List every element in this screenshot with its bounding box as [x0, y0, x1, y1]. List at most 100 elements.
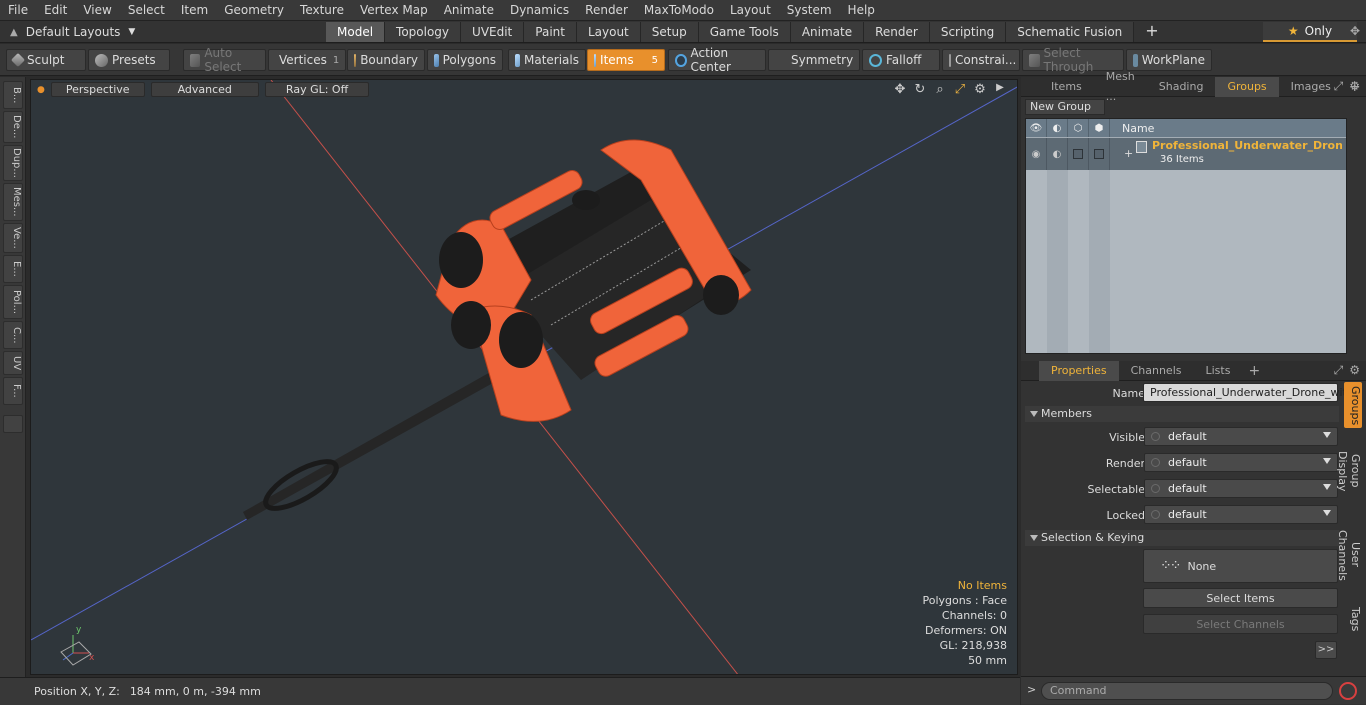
- tab-paint[interactable]: Paint: [524, 22, 577, 42]
- pan-icon[interactable]: ✥: [893, 82, 907, 97]
- select-column-icon[interactable]: ⬢: [1089, 119, 1110, 137]
- lock-checkbox[interactable]: [1073, 149, 1083, 159]
- tab-uvedit[interactable]: UVEdit: [461, 22, 525, 42]
- materials-button[interactable]: Materials: [508, 49, 586, 71]
- menu-help[interactable]: Help: [840, 0, 883, 21]
- maximize-icon[interactable]: ⤢: [953, 82, 967, 97]
- polygons-button[interactable]: Polygons: [427, 49, 503, 71]
- menu-item[interactable]: Item: [173, 0, 216, 21]
- lock-column-icon[interactable]: ⬡: [1068, 119, 1089, 137]
- select-items-button[interactable]: Select Items: [1143, 588, 1338, 608]
- left-tab-mesh[interactable]: Mes...: [3, 183, 23, 221]
- group-select-toggle[interactable]: [1089, 138, 1110, 170]
- menu-view[interactable]: View: [75, 0, 119, 21]
- render-icon[interactable]: ◐: [1047, 119, 1068, 137]
- side-tab-group-display[interactable]: Group Display: [1336, 432, 1362, 510]
- left-tab-fusion[interactable]: F...: [3, 377, 23, 405]
- tab-animate[interactable]: Animate: [790, 22, 865, 42]
- menu-dynamics[interactable]: Dynamics: [502, 0, 577, 21]
- record-icon[interactable]: [1339, 682, 1357, 700]
- raygl-button[interactable]: Ray GL: Off: [264, 82, 370, 97]
- layout-selector[interactable]: ▲ Default Layouts ▼: [0, 21, 320, 43]
- render-select[interactable]: default: [1144, 453, 1338, 472]
- eye-icon[interactable]: 👁: [1026, 119, 1047, 137]
- left-tab-extra[interactable]: [3, 415, 23, 433]
- expand-icon[interactable]: ✥: [1350, 24, 1360, 38]
- left-tab-curve[interactable]: C...: [3, 321, 23, 349]
- menu-vertex-map[interactable]: Vertex Map: [352, 0, 436, 21]
- play-icon[interactable]: ▶: [993, 82, 1007, 97]
- visible-select[interactable]: default: [1144, 427, 1338, 446]
- rotate-icon[interactable]: ↻: [913, 82, 927, 97]
- vertices-button[interactable]: Vertices 1: [268, 49, 346, 71]
- menu-geometry[interactable]: Geometry: [216, 0, 292, 21]
- menu-edit[interactable]: Edit: [36, 0, 75, 21]
- left-tab-vertex[interactable]: Ve...: [3, 223, 23, 253]
- command-input[interactable]: Command: [1041, 682, 1333, 700]
- action-center-button[interactable]: Action Center: [668, 46, 766, 74]
- panel-expand-icon[interactable]: ⤢: [1334, 79, 1344, 94]
- select-checkbox[interactable]: [1094, 149, 1104, 159]
- name-input[interactable]: Professional_Underwater_Drone_with: [1143, 383, 1354, 402]
- tab-properties[interactable]: Properties: [1039, 360, 1119, 381]
- presets-button[interactable]: Presets: [88, 49, 170, 71]
- props-expand-icon[interactable]: ⤢: [1334, 363, 1344, 378]
- tab-game-tools[interactable]: Game Tools: [698, 22, 791, 42]
- boundary-button[interactable]: Boundary: [347, 49, 425, 71]
- tab-scripting[interactable]: Scripting: [929, 22, 1007, 42]
- left-tab-deform[interactable]: De...: [3, 111, 23, 143]
- menu-animate[interactable]: Animate: [436, 0, 502, 21]
- group-render-icon[interactable]: ◐: [1047, 138, 1068, 170]
- add-tab-button[interactable]: +: [1134, 22, 1169, 42]
- menu-render[interactable]: Render: [577, 0, 636, 21]
- advanced-button[interactable]: Advanced: [150, 82, 259, 97]
- expand-plus-icon[interactable]: +: [1124, 147, 1133, 160]
- side-tab-tags[interactable]: Tags: [1344, 600, 1362, 638]
- left-tab-uv[interactable]: UV: [3, 351, 23, 375]
- new-group-button[interactable]: New Group: [1025, 99, 1105, 115]
- selectable-select[interactable]: default: [1144, 479, 1338, 498]
- left-tab-polygon[interactable]: Pol...: [3, 285, 23, 319]
- tab-layout[interactable]: Layout: [576, 22, 641, 42]
- props-gear-icon[interactable]: ⚙: [1349, 363, 1360, 378]
- zoom-icon[interactable]: ⌕: [933, 82, 947, 97]
- add-props-tab-button[interactable]: +: [1242, 363, 1266, 379]
- name-column-header[interactable]: Name: [1110, 122, 1154, 135]
- tab-topology[interactable]: Topology: [385, 22, 462, 42]
- only-toggle[interactable]: ★ Only: [1263, 22, 1357, 42]
- members-section[interactable]: Members: [1025, 406, 1339, 422]
- left-tab-basic[interactable]: B...: [3, 81, 23, 109]
- tab-model[interactable]: Model: [326, 22, 386, 42]
- group-visible-icon[interactable]: ◉: [1026, 138, 1047, 170]
- tab-schematic-fusion[interactable]: Schematic Fusion: [1006, 22, 1135, 42]
- menu-texture[interactable]: Texture: [292, 0, 352, 21]
- falloff-button[interactable]: Falloff: [862, 49, 940, 71]
- group-lock-toggle[interactable]: [1068, 138, 1089, 170]
- sculpt-button[interactable]: Sculpt: [6, 49, 86, 71]
- menu-select[interactable]: Select: [120, 0, 173, 21]
- left-tab-duplicate[interactable]: Dup...: [3, 145, 23, 181]
- tab-lists[interactable]: Lists: [1194, 361, 1243, 381]
- side-tab-groups[interactable]: Groups: [1344, 382, 1362, 428]
- perspective-button[interactable]: Perspective: [50, 82, 145, 97]
- tab-items[interactable]: Items: [1039, 77, 1094, 97]
- panel-gear-icon[interactable]: ⚙: [1349, 79, 1360, 94]
- more-button[interactable]: >>: [1315, 641, 1337, 659]
- group-row[interactable]: ◉ ◐ + Professional_Underwater_Dron ... 3…: [1026, 138, 1346, 170]
- keying-none-button[interactable]: ⁘⁘ None: [1143, 549, 1338, 583]
- left-tab-edge[interactable]: E...: [3, 255, 23, 283]
- constraints-button[interactable]: Constrai...: [942, 49, 1020, 71]
- selection-keying-section[interactable]: Selection & Keying: [1025, 530, 1339, 546]
- select-channels-button[interactable]: Select Channels: [1143, 614, 1338, 634]
- tab-shading[interactable]: Shading: [1147, 77, 1216, 97]
- menu-maxtomodo[interactable]: MaxToModo: [636, 0, 722, 21]
- 3d-viewport[interactable]: y x ● Perspective Advanced Ray GL: Off ✥…: [30, 79, 1018, 675]
- tab-setup[interactable]: Setup: [640, 22, 699, 42]
- side-tab-user-channels[interactable]: User Channels: [1336, 514, 1362, 596]
- tab-render[interactable]: Render: [864, 22, 930, 42]
- menu-system[interactable]: System: [779, 0, 840, 21]
- locked-select[interactable]: default: [1144, 505, 1338, 524]
- tab-channels[interactable]: Channels: [1119, 361, 1194, 381]
- gear-icon[interactable]: ⚙: [973, 82, 987, 97]
- group-name[interactable]: Professional_Underwater_Dron ...: [1152, 139, 1342, 152]
